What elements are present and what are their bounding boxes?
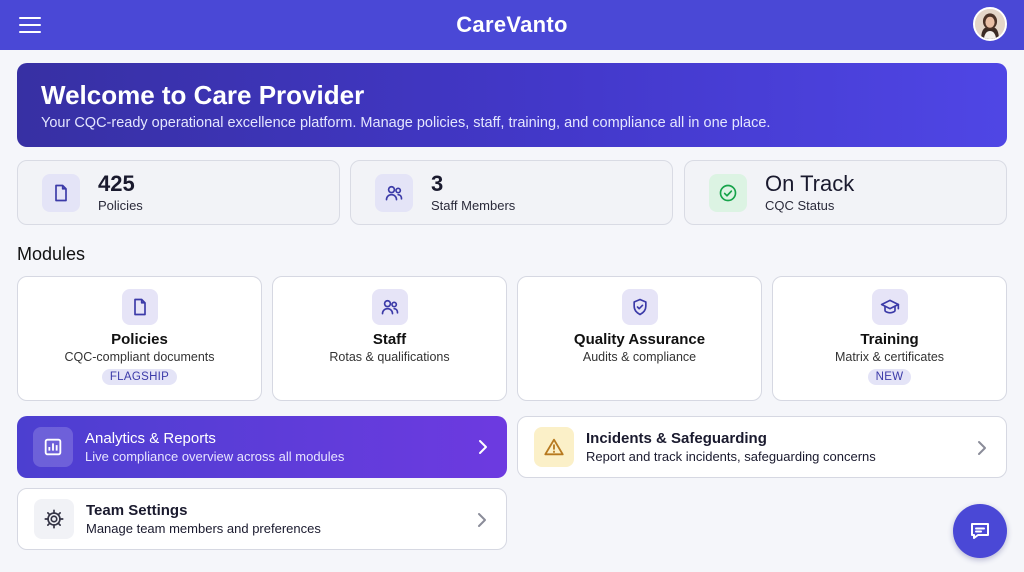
- stat-label: CQC Status: [765, 198, 835, 213]
- check-circle-icon: [709, 173, 747, 212]
- document-icon: [42, 173, 80, 212]
- module-name: Quality Assurance: [573, 331, 706, 348]
- module-description: CQC-compliant documents: [64, 350, 215, 364]
- stat-card-cqc-status[interactable]: On Track CQC Status: [684, 160, 1007, 225]
- module-name: Training: [860, 331, 919, 348]
- stat-value: On Track: [765, 171, 855, 196]
- stat-value: 425: [98, 171, 135, 196]
- app-title: CareVanto: [456, 12, 568, 37]
- top-bar: CareVanto: [0, 0, 1024, 50]
- stat-value: 3: [431, 171, 444, 196]
- gear-icon: [34, 499, 74, 539]
- stat-card-policies[interactable]: 425 Policies: [17, 160, 340, 225]
- card-description: Live compliance overview across all modu…: [85, 449, 345, 464]
- module-card-staff[interactable]: Staff Rotas & qualifications: [272, 276, 507, 401]
- module-badge: NEW: [867, 369, 912, 385]
- welcome-banner: Welcome to Care Provider Your CQC-ready …: [17, 63, 1007, 147]
- chevron-right-icon: [978, 441, 986, 455]
- bar-chart-icon: [33, 427, 73, 467]
- document-icon: [121, 289, 158, 325]
- card-description: Report and track incidents, safeguarding…: [586, 449, 876, 464]
- stat-card-staff[interactable]: 3 Staff Members: [350, 160, 673, 225]
- card-title: Analytics & Reports: [85, 430, 216, 447]
- chat-icon: [971, 523, 989, 539]
- card-title: Incidents & Safeguarding: [586, 430, 767, 447]
- users-icon: [375, 173, 413, 212]
- module-description: Audits & compliance: [582, 350, 697, 364]
- welcome-subtitle: Your CQC-ready operational excellence pl…: [41, 115, 771, 131]
- welcome-title: Welcome to Care Provider: [41, 80, 365, 110]
- module-card-quality-assurance[interactable]: Quality Assurance Audits & compliance: [517, 276, 762, 401]
- incidents-safeguarding-card[interactable]: Incidents & Safeguarding Report and trac…: [517, 416, 1007, 478]
- users-icon: [371, 289, 408, 325]
- card-title: Team Settings: [86, 502, 188, 519]
- graduation-cap-icon: [871, 289, 908, 325]
- modules-heading: Modules: [17, 244, 86, 264]
- module-badge: FLAGSHIP: [101, 369, 178, 385]
- analytics-reports-card[interactable]: Analytics & Reports Live compliance over…: [17, 416, 507, 478]
- chat-button[interactable]: [953, 504, 1007, 558]
- stat-label: Policies: [98, 198, 143, 213]
- module-card-policies[interactable]: Policies CQC-compliant documents FLAGSHI…: [17, 276, 262, 401]
- stat-label: Staff Members: [431, 198, 516, 213]
- module-description: Rotas & qualifications: [329, 350, 450, 364]
- module-card-training[interactable]: Training Matrix & certificates NEW: [772, 276, 1007, 401]
- module-name: Staff: [372, 331, 407, 348]
- avatar[interactable]: [973, 7, 1007, 41]
- card-description: Manage team members and preferences: [86, 521, 321, 536]
- chevron-right-icon: [479, 440, 487, 454]
- chevron-right-icon: [478, 513, 486, 527]
- shield-check-icon: [621, 289, 658, 325]
- team-settings-card[interactable]: Team Settings Manage team members and pr…: [17, 488, 507, 550]
- module-name: Policies: [111, 331, 168, 348]
- warning-icon: [534, 427, 574, 467]
- menu-icon[interactable]: [18, 14, 42, 36]
- module-description: Matrix & certificates: [834, 350, 945, 364]
